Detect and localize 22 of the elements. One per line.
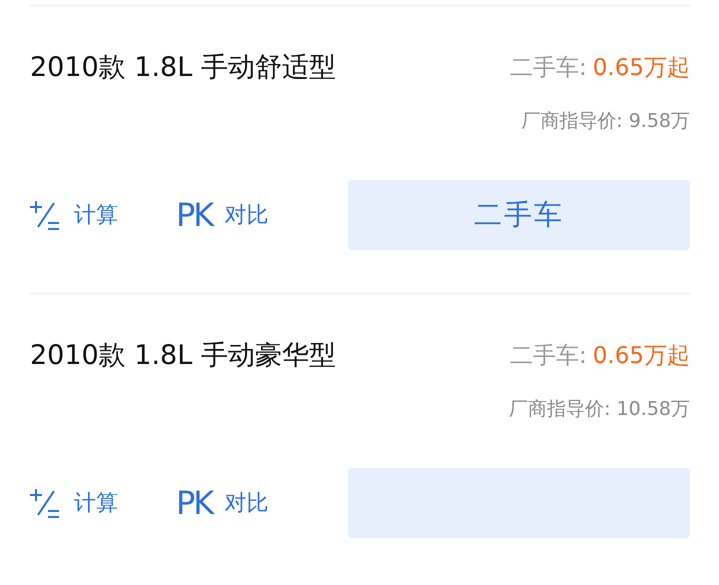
price-value: 0.65万起 [592,342,690,368]
action-label: 对比 [224,202,268,230]
pk-label: PK [176,196,212,234]
plus-slash-equals-icon [30,199,60,231]
car-model-title: 2010款 1.8L 手动豪华型 [30,339,336,373]
price-value: 0.65万起 [592,54,690,80]
compare-link[interactable]: PK 对比 [176,196,268,234]
used-car-button[interactable]: 二手车 [348,180,690,250]
calculate-link[interactable]: 计算 [30,487,118,519]
action-label: 计算 [74,202,118,230]
price-label: 二手车: [510,54,587,80]
used-car-button[interactable] [348,468,690,538]
action-label: 计算 [74,490,118,518]
action-label: 对比 [224,490,268,518]
plus-slash-equals-icon [30,487,60,519]
price-label: 二手车: [510,342,587,368]
compare-link[interactable]: PK 对比 [176,484,268,522]
calculate-link[interactable]: 计算 [30,199,118,231]
pk-label: PK [176,484,212,522]
car-model-title: 2010款 1.8L 手动舒适型 [30,51,336,85]
guide-price: 厂商指导价: 9.58万 [521,109,690,134]
guide-price: 厂商指导价: 10.58万 [509,397,690,422]
